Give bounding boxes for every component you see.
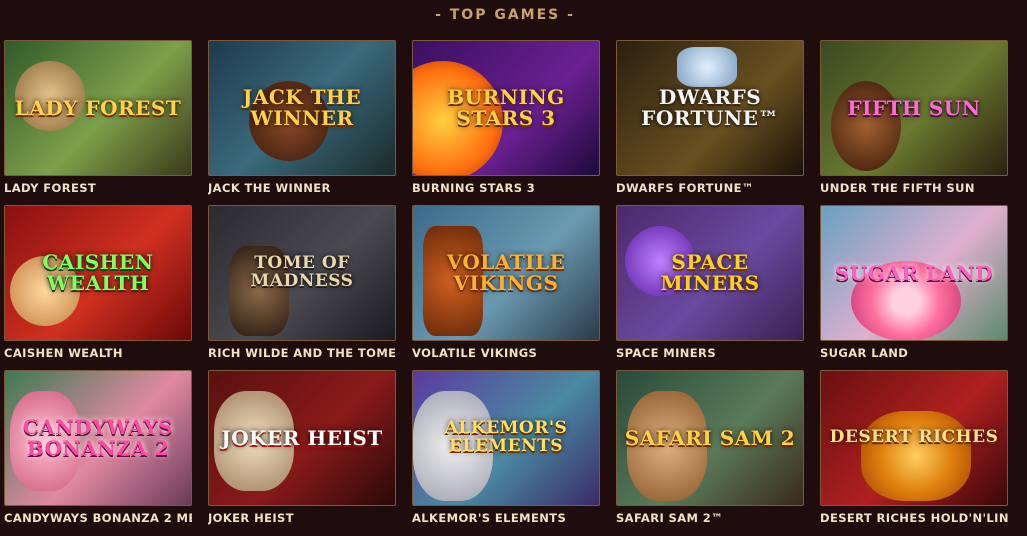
alkemors-elements-thumbnail[interactable]: ALKEMOR'S ELEMENTS [412, 370, 600, 506]
game-title[interactable]: CANDYWAYS BONANZA 2 MEGA [4, 511, 192, 525]
game-title[interactable]: RICH WILDE AND THE TOME OF [208, 346, 396, 360]
game-logo: JACK THE WINNER [242, 85, 362, 130]
game-card-burning-stars-3[interactable]: BURNING STARS 3 BURNING STARS 3 [412, 40, 600, 205]
dwarfs-fortune-thumbnail[interactable]: DWARFS FORTUNE™ [616, 40, 804, 176]
game-logo: SUGAR LAND [834, 260, 994, 285]
game-title[interactable]: CAISHEN WEALTH [4, 346, 192, 360]
game-card-jack-the-winner[interactable]: JACK THE WINNER JACK THE WINNER [208, 40, 396, 205]
game-logo: FIFTH SUN [847, 95, 981, 120]
game-title[interactable]: SAFARI SAM 2™ [616, 511, 804, 525]
game-logo: TOME OF MADNESS [250, 253, 354, 291]
game-logo: SAFARI SAM 2 [624, 425, 796, 450]
game-card-volatile-vikings[interactable]: VOLATILE VIKINGS VOLATILE VIKINGS [412, 205, 600, 370]
game-logo: CANDYWAYS BONANZA 2 [22, 415, 174, 460]
lady-forest-thumbnail[interactable]: LADY FOREST [4, 40, 192, 176]
game-title[interactable]: JOKER HEIST [208, 511, 396, 525]
game-card-caishen-wealth[interactable]: CAISHEN WEALTH CAISHEN WEALTH [4, 205, 192, 370]
game-logo: JOKER HEIST [221, 425, 383, 450]
top-games-section: - TOP GAMES - LADY FOREST LADY FOREST JA… [0, 0, 1027, 536]
game-title[interactable]: DWARFS FORTUNE™ [616, 181, 804, 195]
game-title[interactable]: BURNING STARS 3 [412, 181, 600, 195]
tome-of-madness-thumbnail[interactable]: TOME OF MADNESS [208, 205, 396, 341]
game-logo: ALKEMOR'S ELEMENTS [444, 418, 568, 456]
game-card-dwarfs-fortune[interactable]: DWARFS FORTUNE™ DWARFS FORTUNE™ [616, 40, 804, 205]
volatile-vikings-thumbnail[interactable]: VOLATILE VIKINGS [412, 205, 600, 341]
game-card-under-the-fifth-sun[interactable]: FIFTH SUN UNDER THE FIFTH SUN [820, 40, 1008, 205]
game-title[interactable]: LADY FOREST [4, 181, 192, 195]
joker-heist-thumbnail[interactable]: JOKER HEIST [208, 370, 396, 506]
section-heading: - TOP GAMES - [435, 7, 575, 23]
safari-sam-thumbnail[interactable]: SAFARI SAM 2 [616, 370, 804, 506]
game-card-lady-forest[interactable]: LADY FOREST LADY FOREST [4, 40, 192, 205]
game-card-space-miners[interactable]: SPACE MINERS SPACE MINERS [616, 205, 804, 370]
fifth-sun-thumbnail[interactable]: FIFTH SUN [820, 40, 1008, 176]
burning-stars-thumbnail[interactable]: BURNING STARS 3 [412, 40, 600, 176]
games-grid: LADY FOREST LADY FOREST JACK THE WINNER … [4, 40, 1008, 535]
game-card-candyways-bonanza[interactable]: CANDYWAYS BONANZA 2 CANDYWAYS BONANZA 2 … [4, 370, 192, 535]
game-card-tome-of-madness[interactable]: TOME OF MADNESS RICH WILDE AND THE TOME … [208, 205, 396, 370]
game-title[interactable]: DESERT RICHES HOLD'N'LINK [820, 511, 1008, 525]
game-title[interactable]: ALKEMOR'S ELEMENTS [412, 511, 600, 525]
caishen-wealth-thumbnail[interactable]: CAISHEN WEALTH [4, 205, 192, 341]
game-card-safari-sam-2[interactable]: SAFARI SAM 2 SAFARI SAM 2™ [616, 370, 804, 535]
game-logo: CAISHEN WEALTH [42, 250, 154, 295]
desert-riches-thumbnail[interactable]: DESERT RICHES [820, 370, 1008, 506]
game-title[interactable]: SPACE MINERS [616, 346, 804, 360]
game-title[interactable]: SUGAR LAND [820, 346, 1008, 360]
game-card-desert-riches[interactable]: DESERT RICHES DESERT RICHES HOLD'N'LINK [820, 370, 1008, 535]
game-title[interactable]: VOLATILE VIKINGS [412, 346, 600, 360]
game-logo: LADY FOREST [14, 95, 182, 120]
game-logo: BURNING STARS 3 [447, 85, 565, 130]
game-title[interactable]: UNDER THE FIFTH SUN [820, 181, 1008, 195]
game-logo: SPACE MINERS [660, 250, 760, 295]
game-card-sugar-land[interactable]: SUGAR LAND SUGAR LAND [820, 205, 1008, 370]
game-card-alkemors-elements[interactable]: ALKEMOR'S ELEMENTS ALKEMOR'S ELEMENTS [412, 370, 600, 535]
game-logo: VOLATILE VIKINGS [446, 250, 566, 295]
game-title[interactable]: JACK THE WINNER [208, 181, 396, 195]
game-logo: DWARFS FORTUNE™ [641, 85, 779, 130]
candyways-bonanza-thumbnail[interactable]: CANDYWAYS BONANZA 2 [4, 370, 192, 506]
game-card-joker-heist[interactable]: JOKER HEIST JOKER HEIST [208, 370, 396, 535]
sugar-land-thumbnail[interactable]: SUGAR LAND [820, 205, 1008, 341]
space-miners-thumbnail[interactable]: SPACE MINERS [616, 205, 804, 341]
game-logo: DESERT RICHES [829, 427, 999, 448]
jack-the-winner-thumbnail[interactable]: JACK THE WINNER [208, 40, 396, 176]
